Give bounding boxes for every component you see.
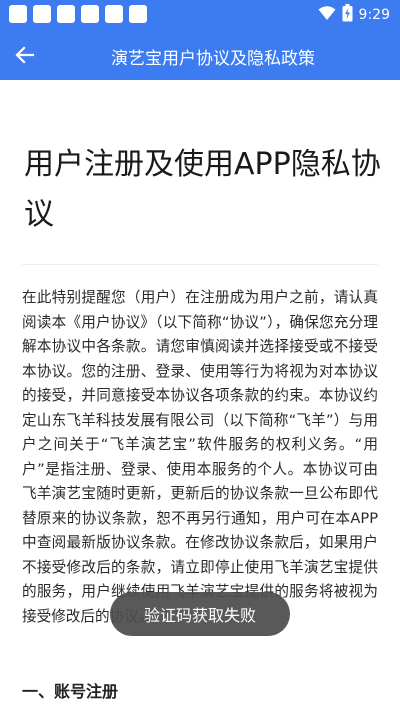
app-bar-title: 演艺宝用户协议及隐私政策: [111, 49, 315, 69]
document-body: 在此特别提醒您（用户）在注册成为用户之前，请认真阅读本《用户协议》（以下简称“协…: [22, 289, 378, 625]
document-title: 用户注册及使用APP隐私协议: [24, 147, 381, 232]
notification-icon: [105, 5, 123, 23]
wifi-icon: [318, 5, 336, 25]
notification-icon: [129, 5, 147, 23]
notification-icon: [81, 5, 99, 23]
notification-icons: [9, 5, 147, 23]
app-bar: 演艺宝用户协议及隐私政策: [0, 30, 400, 80]
toast-message: 验证码获取失败: [110, 592, 290, 636]
notification-icon: [9, 5, 27, 23]
status-right: 9:29: [318, 4, 390, 26]
status-bar: 9:29: [0, 0, 400, 30]
status-time: 9:29: [358, 7, 390, 23]
title-divider: [22, 264, 378, 265]
notification-icon: [33, 5, 51, 23]
notification-icon: [57, 5, 75, 23]
battery-charging-icon: [342, 4, 353, 26]
section-heading: 一、账号注册: [22, 682, 119, 701]
